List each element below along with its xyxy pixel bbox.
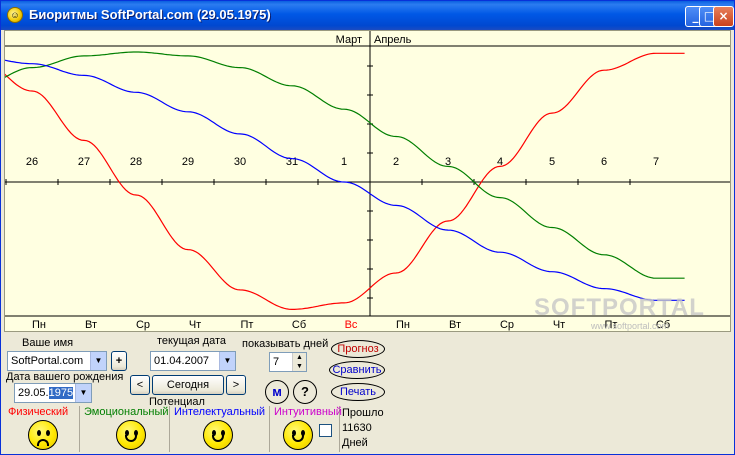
spin-up-icon[interactable]: ▲: [293, 353, 306, 362]
current-date-value: 01.04.2007: [154, 355, 210, 367]
day-label: 27: [78, 156, 90, 168]
weekday-label: Пн: [396, 319, 410, 331]
weekday-label: Чт: [189, 319, 201, 331]
series-line-2: [5, 59, 685, 301]
chevron-down-icon[interactable]: ▼: [219, 352, 235, 370]
control-panel: Ваше имя SoftPortal.com ▼ + Дата вашего …: [4, 334, 731, 452]
add-name-button[interactable]: +: [111, 351, 127, 371]
weekday-label: Ср: [136, 319, 150, 331]
chevron-down-icon[interactable]: ▼: [75, 384, 91, 402]
series-line-0: [5, 52, 685, 310]
days-value: 7: [273, 356, 280, 368]
emotional-label: Эмоциональный: [84, 406, 169, 418]
day-label: 29: [182, 156, 194, 168]
chart-canvas: МартАпрель25Вс26Пн27Вт28Ср29Чт30Пт31Сб1В…: [5, 31, 730, 331]
spin-down-icon[interactable]: ▼: [293, 362, 306, 371]
day-label: 5: [549, 156, 555, 168]
prev-day-button[interactable]: <: [130, 375, 150, 395]
current-date-label: текущая дата: [157, 335, 226, 347]
print-button[interactable]: Печать: [331, 383, 385, 401]
intuitive-cell: Интуитивный: [270, 406, 342, 452]
elapsed-cell: Прошло 11630 Дней: [340, 406, 386, 452]
intuitive-label: Интуитивный: [274, 406, 342, 418]
physical-label: Физический: [8, 406, 69, 418]
intellectual-cell: Интелектуальный: [170, 406, 270, 452]
name-combo[interactable]: SoftPortal.com ▼: [7, 351, 107, 371]
birth-date-combo[interactable]: 29.05.1975 ▼: [14, 383, 92, 403]
compare-button[interactable]: Сравнить: [329, 361, 385, 379]
happy-face-icon: [283, 420, 313, 450]
softportal-watermark-url: www.softportal.com: [591, 321, 670, 331]
happy-face-icon: [116, 420, 146, 450]
chevron-down-icon[interactable]: ▼: [90, 352, 106, 370]
status-bar: Физический Эмоциональный Интелектуальный…: [4, 406, 731, 452]
intellectual-label: Интелектуальный: [174, 406, 266, 418]
days-label: показывать дней: [242, 338, 329, 350]
weekday-label: Сб: [292, 319, 306, 331]
elapsed-label: Прошло: [342, 407, 384, 419]
happy-face-icon: [203, 420, 233, 450]
m-button[interactable]: м: [265, 380, 289, 404]
birth-date-prefix: 29.05.: [18, 387, 49, 399]
forecast-button[interactable]: Прогноз: [331, 340, 385, 358]
day-label: 6: [601, 156, 607, 168]
current-date-combo[interactable]: 01.04.2007 ▼: [150, 351, 236, 371]
days-spinner[interactable]: 7 ▲ ▼: [269, 352, 307, 372]
month-label-right: Апрель: [374, 34, 412, 46]
smiley-app-icon: ☺: [7, 7, 23, 23]
weekday-label: Пн: [32, 319, 46, 331]
name-label: Ваше имя: [22, 337, 74, 349]
spin-buttons[interactable]: ▲ ▼: [292, 353, 306, 371]
physical-cell: Физический: [4, 406, 80, 452]
sad-face-icon: [28, 420, 58, 450]
today-button[interactable]: Сегодня: [152, 375, 224, 395]
weekday-label: Вт: [85, 319, 97, 331]
weekday-label: Вт: [449, 319, 461, 331]
elapsed-value: 11630: [342, 422, 372, 434]
window-title: Биоритмы SoftPortal.com (29.05.1975): [29, 7, 271, 22]
weekday-label: Ср: [500, 319, 514, 331]
next-day-button[interactable]: >: [226, 375, 246, 395]
intuitive-checkbox[interactable]: [319, 424, 332, 437]
elapsed-unit: Дней: [342, 437, 368, 449]
softportal-watermark-logo: SOFTPORTAL: [534, 294, 705, 321]
emotional-cell: Эмоциональный: [80, 406, 170, 452]
day-label: 1: [341, 156, 347, 168]
biorhythm-chart: МартАпрель25Вс26Пн27Вт28Ср29Чт30Пт31Сб1В…: [4, 30, 731, 332]
weekday-label: Вс: [345, 319, 358, 331]
help-button[interactable]: ?: [293, 380, 317, 404]
title-bar[interactable]: ☺ Биоритмы SoftPortal.com (29.05.1975) _…: [1, 1, 734, 30]
day-label: 7: [653, 156, 659, 168]
day-label: 2: [393, 156, 399, 168]
close-button[interactable]: ×: [713, 6, 734, 27]
birth-date-year: 1975: [48, 387, 74, 399]
weekday-label: Пт: [241, 319, 254, 331]
day-label: 28: [130, 156, 142, 168]
name-value: SoftPortal.com: [11, 355, 84, 367]
day-label: 26: [26, 156, 38, 168]
day-label: 30: [234, 156, 246, 168]
birth-date-label: Дата вашего рождения: [6, 371, 124, 383]
app-window: ☺ Биоритмы SoftPortal.com (29.05.1975) _…: [0, 0, 735, 455]
month-label-left: Март: [336, 34, 362, 46]
